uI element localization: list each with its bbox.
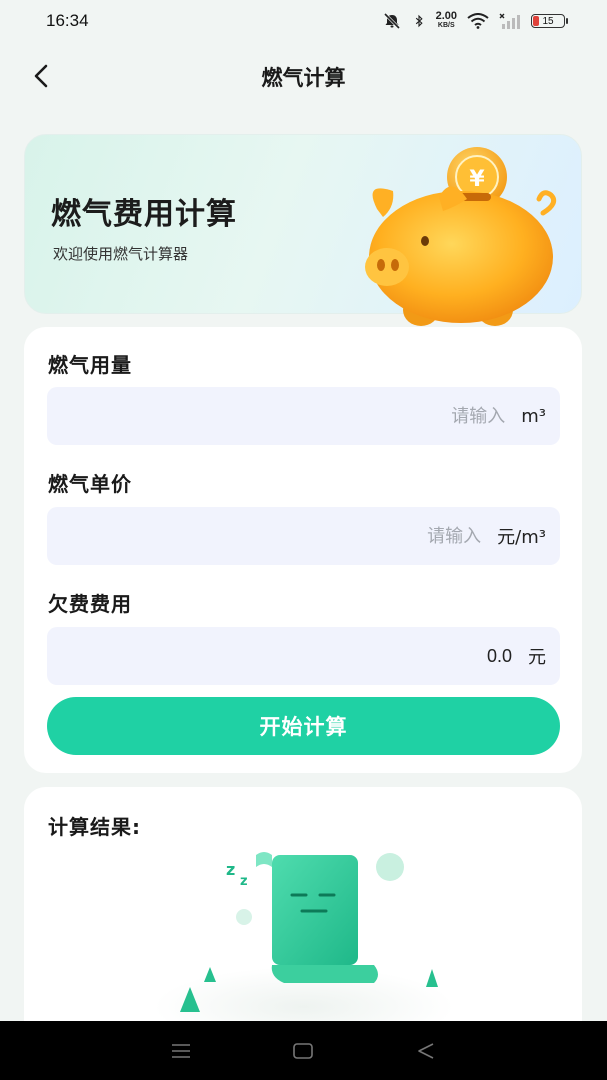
page-title: 燃气计算 [261, 66, 346, 90]
banner-subtitle: 欢迎使用燃气计算器 [53, 245, 189, 263]
svg-text:z: z [226, 860, 235, 879]
empty-result-illustration: z z [154, 852, 454, 1027]
result-title: 计算结果: [48, 815, 141, 839]
nav-bar: 燃气计算 [0, 48, 607, 104]
banner-title: 燃气费用计算 [51, 197, 237, 232]
net-speed-value: 2.00 [435, 10, 457, 22]
arrears-label: 欠费费用 [48, 592, 132, 616]
price-input[interactable] [101, 525, 482, 547]
home-button[interactable] [288, 1036, 318, 1066]
usage-input[interactable] [125, 405, 506, 427]
menu-button[interactable] [166, 1036, 196, 1066]
menu-icon [172, 1043, 191, 1058]
gas-form-card: 燃气用量 m³ 燃气单价 元/m³ 欠费费用 0.0 元 开始计算 [24, 327, 582, 773]
bell-off-icon [383, 13, 400, 29]
arrears-value: 0.0 [486, 645, 512, 666]
piggy-bank-icon: ¥ [365, 147, 557, 326]
status-icons: 2.00 KB/S 15 [382, 10, 568, 30]
arrears-field: 0.0 元 [47, 627, 560, 685]
arrears-unit: 元 [528, 647, 546, 668]
usage-label: 燃气用量 [48, 353, 132, 377]
net-speed: 2.00 KB/S [435, 10, 457, 30]
price-field[interactable]: 元/m³ [47, 507, 560, 565]
signal-icon [499, 13, 520, 29]
status-bar: 16:34 2.00 KB/S 15 [0, 0, 607, 42]
usage-field[interactable]: m³ [47, 387, 560, 445]
wifi-icon [467, 13, 489, 29]
banner: 燃气费用计算 欢迎使用燃气计算器 ¥ [24, 134, 582, 326]
usage-unit: m³ [521, 405, 546, 427]
price-label: 燃气单价 [48, 472, 132, 496]
status-time: 16:34 [46, 11, 89, 30]
net-speed-unit: KB/S [437, 22, 455, 29]
battery-icon: 15 [531, 14, 568, 28]
triangle-back-icon [418, 1042, 434, 1059]
home-icon [293, 1042, 314, 1059]
bluetooth-icon [415, 14, 423, 28]
calculate-button[interactable]: 开始计算 [47, 697, 560, 755]
svg-text:z: z [240, 874, 248, 889]
price-unit: 元/m³ [497, 527, 546, 548]
svg-text:¥: ¥ [469, 167, 485, 192]
system-nav-bar [0, 1021, 607, 1080]
battery-level: 15 [542, 15, 554, 27]
system-back-button[interactable] [411, 1036, 441, 1066]
